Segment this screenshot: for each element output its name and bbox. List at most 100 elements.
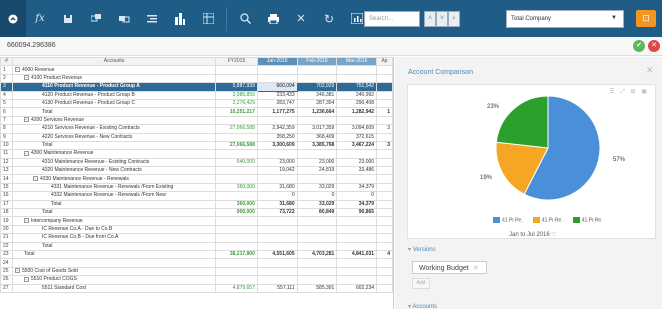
table-cell[interactable]: 17: [0, 199, 13, 210]
table-cell[interactable]: 3: [376, 140, 393, 151]
zoom-icon[interactable]: [231, 0, 259, 37]
account-cell[interactable]: 5511 Standard Cost: [11, 283, 217, 293]
table-cell[interactable]: 3,385,768: [296, 140, 338, 151]
table-cell[interactable]: 23,000: [256, 157, 298, 168]
table-cell[interactable]: [296, 149, 338, 159]
table-cell[interactable]: [296, 65, 338, 75]
table-cell[interactable]: [376, 182, 393, 193]
company-select[interactable]: Total Company ▼: [506, 10, 624, 28]
table-row[interactable]: 4 4120 Product Revenue - Product Group B 2…: [0, 90, 393, 100]
table-cell[interactable]: 2: [0, 73, 13, 84]
table-cell[interactable]: [215, 149, 258, 159]
table-row[interactable]: 2−4100 Product Revenue: [0, 73, 393, 84]
table-cell[interactable]: [296, 258, 338, 268]
remove-icon[interactable]: ✕: [473, 265, 479, 272]
table-row[interactable]: 26−5510 Product COGS: [0, 275, 393, 285]
table-cell[interactable]: 73,722: [256, 208, 298, 218]
table-cell[interactable]: [376, 149, 393, 159]
column-header[interactable]: #: [0, 57, 13, 67]
table-cell[interactable]: [215, 132, 258, 142]
table-cell[interactable]: 31,680: [256, 182, 298, 193]
version-tag[interactable]: Working Budget ✕: [412, 261, 487, 274]
table-cell[interactable]: 0: [296, 191, 338, 201]
table-cell[interactable]: [336, 65, 378, 75]
table-row[interactable]: 22 Total: [0, 241, 393, 252]
table-cell[interactable]: [296, 233, 338, 243]
table-cell[interactable]: 34,379: [336, 182, 378, 193]
table-cell[interactable]: [336, 216, 378, 226]
account-cell[interactable]: 4220 Services Revenue - New Contracts: [11, 132, 217, 142]
table-cell[interactable]: [215, 73, 258, 84]
table-cell[interactable]: [296, 241, 338, 252]
table-cell[interactable]: [376, 233, 393, 243]
table-cell[interactable]: 20: [0, 224, 13, 235]
versions-header[interactable]: ▾ Versions: [408, 246, 436, 253]
table-cell[interactable]: [336, 149, 378, 159]
table-cell[interactable]: 368,409: [296, 132, 338, 142]
account-cell[interactable]: −4100 Product Revenue: [11, 73, 217, 84]
table-cell[interactable]: 1: [376, 107, 393, 117]
table-cell[interactable]: [215, 115, 258, 126]
pie-slice[interactable]: [495, 95, 549, 149]
account-cell[interactable]: −4300 Maintenance Revenue: [11, 149, 217, 159]
table-row[interactable]: 13 4320 Maintenance Revenue - New Contrac…: [0, 166, 393, 176]
account-cell[interactable]: 4110 Product Revenue - Product Group A: [11, 82, 217, 92]
table-cell[interactable]: [256, 258, 298, 268]
table-cell[interactable]: 9: [0, 132, 13, 142]
dashboard-icon[interactable]: [0, 0, 26, 37]
table-cell[interactable]: [256, 149, 298, 159]
cancel-icon[interactable]: ✕: [648, 40, 660, 52]
table-cell[interactable]: [336, 258, 378, 268]
table-cell[interactable]: 233,433: [256, 90, 298, 100]
table-cell[interactable]: 14: [0, 174, 13, 184]
collapse-icon[interactable]: −: [23, 117, 29, 123]
table-cell[interactable]: 10,251,217: [215, 107, 258, 117]
table-cell[interactable]: [296, 174, 338, 184]
table-cell[interactable]: 358,250: [256, 132, 298, 142]
column-header[interactable]: Feb-2016: [296, 57, 338, 67]
table-row[interactable]: 12 4310 Maintenance Revenue - Existing Co…: [0, 157, 393, 168]
table-cell[interactable]: 23: [0, 249, 13, 260]
table-cell[interactable]: 4: [376, 249, 393, 260]
table-cell[interactable]: 585,391: [296, 283, 338, 293]
table-cell[interactable]: [376, 90, 393, 100]
search-icon[interactable]: ⌕: [448, 11, 460, 27]
account-cell[interactable]: −4200 Services Revenue: [11, 115, 217, 126]
report-icon[interactable]: [166, 0, 194, 37]
table-cell[interactable]: [376, 258, 393, 268]
table-cell[interactable]: [296, 73, 338, 84]
table-cell[interactable]: [376, 266, 393, 277]
table-cell[interactable]: 2,276,429: [215, 98, 258, 109]
table-cell[interactable]: [376, 191, 393, 201]
table-cell[interactable]: 21: [0, 233, 13, 243]
table-cell[interactable]: [376, 275, 393, 285]
table-cell[interactable]: [376, 174, 393, 184]
account-cell[interactable]: 4332 Maintenance Revenue - Renewals /Fro…: [11, 191, 217, 201]
table-cell[interactable]: 34,379: [336, 199, 378, 210]
table-cell[interactable]: [376, 73, 393, 84]
table-cell[interactable]: [376, 98, 393, 109]
table-cell[interactable]: [336, 275, 378, 285]
table-cell[interactable]: [376, 82, 393, 92]
confirm-icon[interactable]: ✔: [633, 40, 645, 52]
table-cell[interactable]: [336, 224, 378, 235]
close-icon[interactable]: ✕: [646, 65, 654, 76]
copy-icon[interactable]: [82, 0, 110, 37]
table-cell[interactable]: 602,234: [336, 283, 378, 293]
table-row[interactable]: 8 4210 Services Revenue - Existing Contra…: [0, 124, 393, 134]
table-cell[interactable]: 1,177,275: [256, 107, 298, 117]
account-cell[interactable]: − Intercompany Revenue: [11, 216, 217, 226]
table-row[interactable]: 21 IC Revenue Co.B - Due from Co.A: [0, 233, 393, 243]
account-cell[interactable]: −5510 Product COGS: [11, 275, 217, 285]
table-cell[interactable]: [376, 224, 393, 235]
table-cell[interactable]: 290,408: [336, 98, 378, 109]
table-cell[interactable]: 27: [0, 283, 13, 293]
table-cell[interactable]: [256, 266, 298, 277]
add-button[interactable]: Add: [412, 278, 430, 289]
table-row[interactable]: 24: [0, 258, 393, 268]
table-cell[interactable]: 557,111: [256, 283, 298, 293]
table-cell[interactable]: 3,017,359: [296, 124, 338, 134]
table-cell[interactable]: [256, 241, 298, 252]
table-cell[interactable]: [336, 266, 378, 277]
table-row[interactable]: 23 Total 38,217,800 4,551,605 4,703,281 4,841…: [0, 249, 393, 260]
